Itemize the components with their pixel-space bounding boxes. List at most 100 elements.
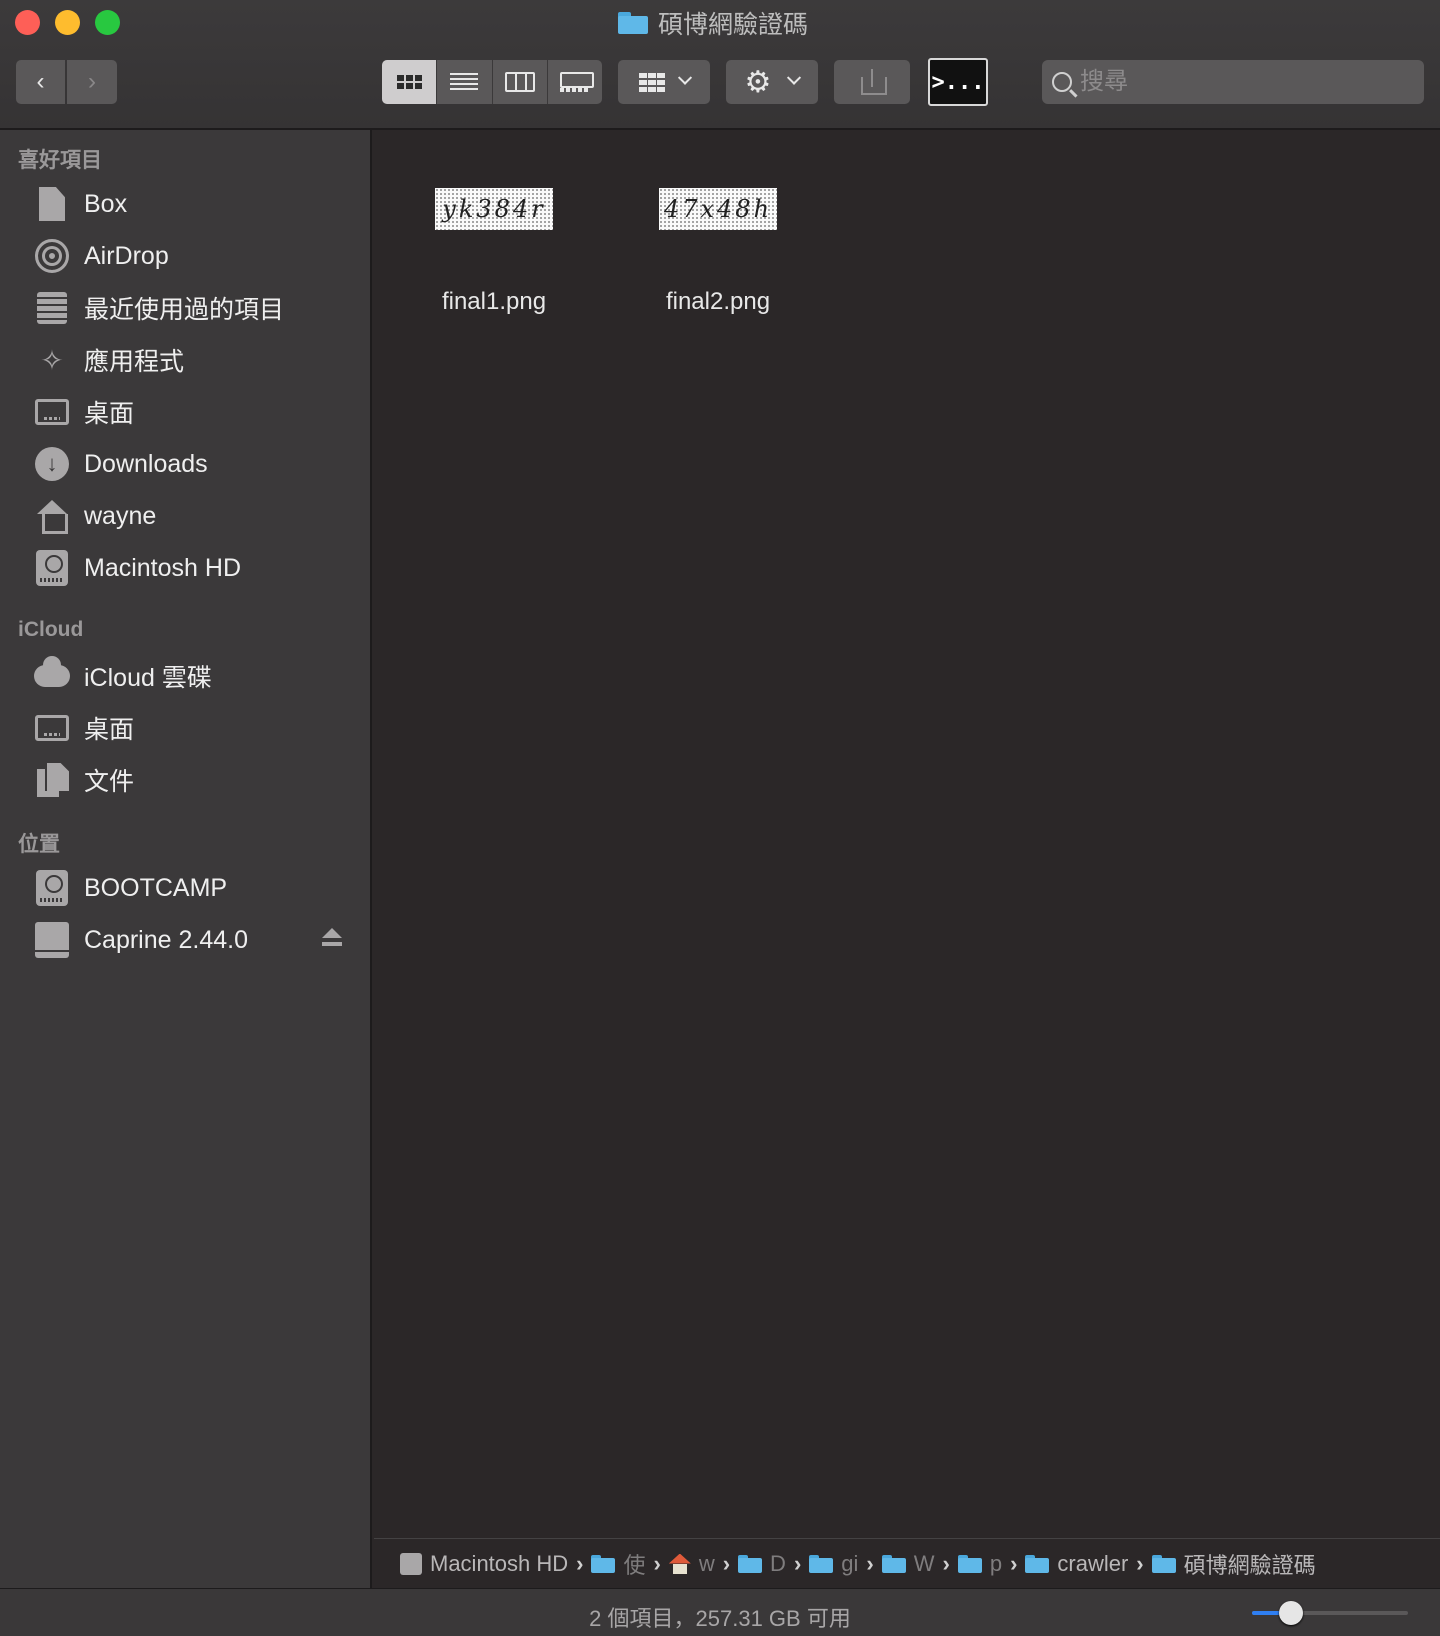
sidebar-item-icloud-desktop[interactable]: 桌面: [34, 706, 134, 750]
sidebar-item-label: Box: [84, 189, 128, 218]
sidebar-item-bootcamp[interactable]: BOOTCAMP: [34, 866, 227, 910]
slider-knob[interactable]: [1279, 1601, 1303, 1625]
folder-icon: [618, 12, 648, 34]
users-folder-icon: [591, 1554, 616, 1573]
search-input[interactable]: [1080, 68, 1400, 96]
search-icon: [1052, 72, 1072, 92]
group-grid-icon: [638, 72, 665, 92]
terminal-button[interactable]: >...: [928, 58, 988, 106]
chevron-right-icon: ›: [88, 68, 96, 95]
path-crumb-label: p: [989, 1550, 1003, 1576]
list-view-button[interactable]: [437, 60, 493, 104]
downloads-folder-icon: [738, 1554, 763, 1573]
sidebar-item-macintosh-hd[interactable]: Macintosh HD: [34, 546, 241, 590]
sidebar-item-home[interactable]: wayne: [34, 494, 156, 538]
back-button[interactable]: ‹: [16, 60, 65, 104]
path-crumb[interactable]: w: [669, 1551, 715, 1577]
column-view-button[interactable]: [493, 60, 548, 104]
path-crumb[interactable]: Macintosh HD: [400, 1551, 568, 1577]
minimize-window-button[interactable]: [55, 10, 80, 35]
path-crumb[interactable]: 使: [591, 1548, 646, 1580]
chevron-down-icon: [787, 70, 802, 85]
file-name: final2.png: [665, 288, 771, 315]
cloud-icon: [34, 656, 70, 694]
path-crumb-label: gi: [841, 1550, 859, 1576]
folder-icon: [809, 1554, 834, 1573]
sidebar-item-recents[interactable]: 最近使用過的項目: [34, 286, 284, 330]
sidebar-section-locations: 位置: [18, 833, 60, 856]
path-bar: Macintosh HD › 使 › w › D › gi › W › p › …: [374, 1538, 1440, 1588]
sidebar-item-label: iCloud 雲碟: [84, 664, 212, 692]
file-name: final1.png: [441, 288, 547, 315]
gallery-view-button[interactable]: [548, 60, 602, 104]
close-window-button[interactable]: [15, 10, 40, 35]
sidebar-item-label: 應用程式: [84, 348, 185, 376]
status-bar: 2 個項目，257.31 GB 可用: [0, 1588, 1440, 1636]
gallery-icon: [559, 72, 594, 92]
image-thumbnail: 47x48h: [659, 188, 777, 230]
chevron-left-icon: ‹: [36, 68, 45, 95]
path-crumb-label: 使: [623, 1552, 646, 1578]
icon-view-button[interactable]: [382, 60, 438, 104]
applications-icon: ✧: [40, 344, 64, 376]
path-crumb[interactable]: gi: [809, 1551, 858, 1577]
sidebar-item-label: Macintosh HD: [84, 553, 241, 582]
sidebar-item-documents[interactable]: 文件: [34, 758, 134, 802]
path-separator-icon: ›: [866, 1550, 874, 1576]
path-crumb[interactable]: crawler: [1025, 1551, 1128, 1577]
chevron-down-icon: [677, 70, 692, 85]
folder-icon: [957, 1554, 982, 1573]
zoom-window-button[interactable]: [95, 10, 120, 35]
group-by-button[interactable]: [618, 60, 710, 104]
share-button[interactable]: [834, 60, 910, 104]
path-crumb[interactable]: 碩博網驗證碼: [1151, 1548, 1316, 1580]
home-icon: [669, 1554, 691, 1574]
path-separator-icon: ›: [1010, 1550, 1018, 1576]
sidebar-item-label: 最近使用過的項目: [84, 296, 285, 324]
path-crumb-label: crawler: [1057, 1550, 1129, 1576]
sidebar-item-box[interactable]: Box: [34, 182, 127, 226]
home-icon: [34, 498, 70, 534]
path-crumb-label: Macintosh HD: [430, 1550, 569, 1576]
icon-size-slider[interactable]: [1252, 1601, 1408, 1625]
folder-icon: [1151, 1554, 1176, 1573]
sidebar-item-label: wayne: [84, 501, 157, 530]
eject-icon[interactable]: [322, 928, 342, 946]
path-separator-icon: ›: [793, 1550, 802, 1576]
path-crumb-label: W: [913, 1550, 935, 1576]
sidebar-item-desktop[interactable]: 桌面: [34, 390, 134, 434]
image-thumbnail: yk384r: [435, 188, 553, 230]
columns-icon: [504, 72, 535, 92]
file-item[interactable]: 47x48h final2.png: [628, 130, 808, 316]
sidebar-item-downloads[interactable]: ↓ Downloads: [34, 442, 208, 486]
window-title: 碩博網驗證碼: [618, 6, 808, 40]
icon-grid-icon: [396, 75, 422, 89]
path-crumb-label: D: [770, 1550, 786, 1576]
sidebar-item-icloud-drive[interactable]: iCloud 雲碟: [34, 654, 212, 698]
action-menu-button[interactable]: ⚙: [726, 60, 818, 104]
hard-disk-icon: [400, 1552, 422, 1575]
downloads-icon: ↓: [34, 446, 70, 482]
sidebar-item-applications[interactable]: ✧ 應用程式: [34, 338, 184, 382]
sidebar-item-label: AirDrop: [84, 241, 169, 270]
path-separator-icon: ›: [942, 1550, 950, 1576]
path-crumb[interactable]: D: [738, 1551, 786, 1577]
sidebar-section-icloud: iCloud: [18, 618, 84, 641]
path-separator-icon: ›: [653, 1550, 661, 1576]
path-crumb[interactable]: W: [881, 1550, 935, 1577]
path-separator-icon: ›: [1136, 1550, 1144, 1576]
view-mode-selector: [382, 60, 602, 104]
recents-icon: [34, 290, 70, 326]
sidebar-item-airdrop[interactable]: AirDrop: [34, 234, 169, 278]
path-separator-icon: ›: [576, 1550, 584, 1576]
sidebar-item-label: 文件: [84, 768, 135, 796]
file-browser-area[interactable]: yk384r final1.png 47x48h final2.png: [374, 130, 1440, 1538]
hard-disk-icon: [34, 870, 70, 906]
status-text: 2 個項目，257.31 GB 可用: [589, 1606, 851, 1631]
forward-button[interactable]: ›: [67, 60, 117, 104]
sidebar-item-caprine[interactable]: Caprine 2.44.0: [34, 918, 248, 962]
desktop-icon: [34, 710, 70, 746]
file-item[interactable]: yk384r final1.png: [404, 130, 584, 316]
path-crumb[interactable]: p: [957, 1550, 1003, 1577]
path-crumb-label: 碩博網驗證碼: [1183, 1552, 1316, 1578]
